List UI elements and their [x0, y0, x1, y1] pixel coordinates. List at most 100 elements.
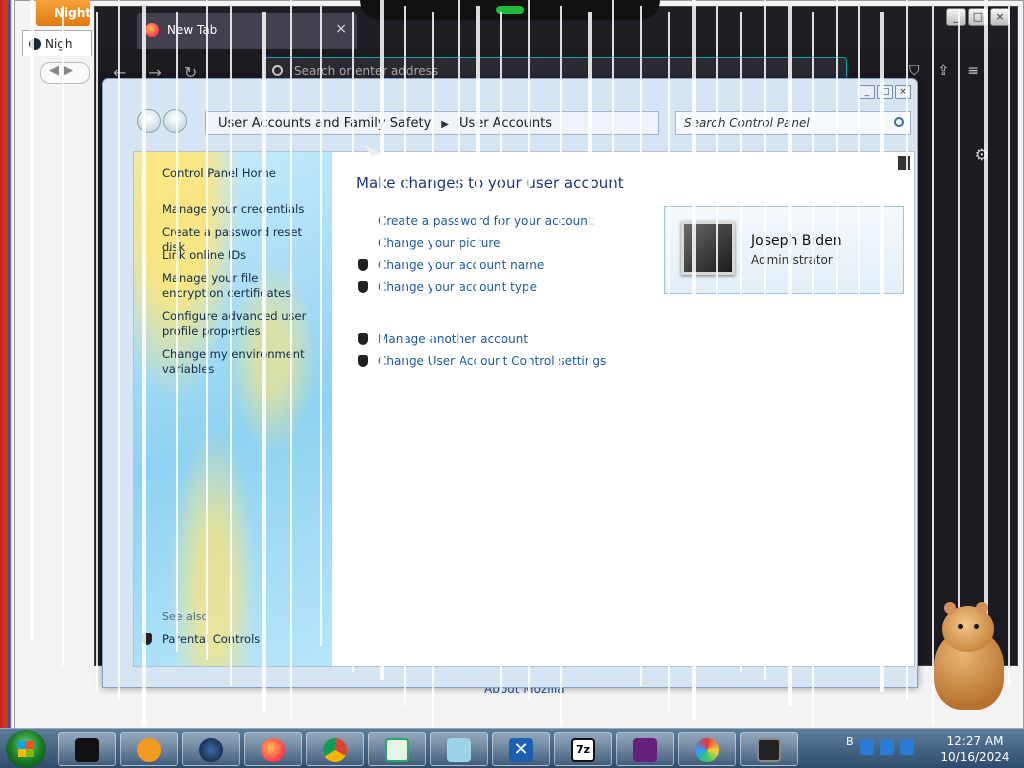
uac-shield-icon [358, 355, 368, 367]
media-player-icon [137, 738, 161, 762]
sidebar-link[interactable]: Link online IDs [162, 248, 322, 263]
gear-icon[interactable]: ⚙ [975, 145, 989, 164]
change-picture-link[interactable]: Change your picture [378, 236, 500, 250]
see-also-heading: See also [162, 610, 209, 623]
firefox-icon [261, 738, 285, 762]
control-panel-home-link[interactable]: Control Panel Home [162, 166, 322, 181]
visual-studio-icon [633, 738, 657, 762]
task-label: Change your account name [378, 258, 545, 272]
taskbar-x-app[interactable]: ✕ [492, 732, 550, 766]
user-name: Joseph Biden [751, 233, 842, 249]
cp-main-pane: Make changes to your user account Create… [356, 152, 916, 666]
breadcrumb-item[interactable]: User Accounts [459, 116, 552, 131]
uac-shield-icon [358, 281, 368, 293]
start-button[interactable] [6, 730, 46, 768]
task-label: Change your account type [378, 280, 537, 294]
sidebar-link[interactable]: Configure advanced user profile properti… [162, 309, 322, 339]
notepad-icon [385, 738, 409, 762]
taskbar: ✕ 7z B 12:27 AM 10/16/2024 [0, 728, 1024, 768]
taskbar-earth[interactable] [182, 732, 240, 766]
clock[interactable]: 12:27 AM 10/16/2024 [940, 733, 1010, 765]
cp-address-bar: User Accounts and Family Safety ▶ User Acc… [135, 107, 915, 143]
sidebar-link[interactable]: Manage your file encryption certificates [162, 271, 322, 301]
notebook-icon [447, 738, 471, 762]
cp-minimize-button[interactable]: _ [859, 85, 875, 99]
clock-date: 10/16/2024 [940, 750, 1010, 764]
task-label: Change User Account Control settings [378, 354, 607, 368]
led-indicator [496, 6, 524, 14]
7zip-icon: 7z [571, 738, 595, 762]
minimize-button[interactable]: _ [946, 8, 966, 26]
breadcrumb-item[interactable]: User Accounts and Family Safety [218, 116, 431, 131]
taskbar-visual-studio[interactable] [616, 732, 674, 766]
user-account-card: Joseph Biden Administrator [664, 206, 904, 294]
cp-close-button[interactable]: × [895, 85, 911, 99]
uac-shield-icon [358, 333, 368, 345]
task-label: Manage another account [378, 332, 529, 346]
avatar[interactable] [681, 221, 735, 275]
breadcrumb[interactable]: User Accounts and Family Safety ▶ User Acc… [205, 111, 659, 135]
url-placeholder: Search or enter address [294, 64, 439, 78]
window-controls[interactable]: _ □ × [946, 8, 1010, 26]
parental-controls-label: Parental Controls [162, 632, 261, 646]
sidebar-link[interactable]: Change my environment variables [162, 347, 322, 377]
uac-settings-link[interactable]: Change User Account Control settings [358, 354, 607, 368]
cp-content: Control Panel Home Manage your credentia… [133, 151, 915, 667]
change-account-name-link[interactable]: Change your account name [358, 258, 545, 272]
firefox-icon [145, 23, 159, 37]
background-tab-label: Nigh [45, 37, 73, 51]
breadcrumb-separator-icon[interactable]: ▶ [441, 119, 449, 130]
tab-title: New Tab [167, 23, 218, 37]
cp-sidebar: Control Panel Home Manage your credentia… [134, 152, 332, 666]
taskbar-chrome[interactable] [306, 732, 364, 766]
system-tray[interactable] [848, 739, 914, 755]
forward-button[interactable] [163, 109, 187, 133]
taskbar-notepad[interactable] [368, 732, 426, 766]
x-app-icon: ✕ [509, 738, 533, 762]
back-forward-buttons[interactable] [137, 109, 187, 133]
maximize-button[interactable]: □ [968, 8, 988, 26]
sidebar-link[interactable]: Manage your credentials [162, 202, 322, 217]
toolbar-icons[interactable]: ⛉⇪≡ [909, 63, 997, 79]
pane-toggle-icon[interactable] [898, 156, 910, 170]
manage-another-account-link[interactable]: Manage another account [358, 332, 529, 346]
taskbar-firefox[interactable] [244, 732, 302, 766]
page-title: Make changes to your user account [356, 174, 624, 192]
taskbar-paint[interactable] [678, 732, 736, 766]
taskbar-monitor[interactable] [740, 732, 798, 766]
earth-icon [199, 738, 223, 762]
cp-maximize-button[interactable]: □ [877, 85, 893, 99]
paint-icon [695, 738, 719, 762]
hamster-mascot-icon[interactable] [924, 602, 1010, 710]
search-control-panel-input[interactable]: Search Control Panel [675, 111, 911, 135]
network-icon[interactable] [860, 739, 874, 755]
search-icon [272, 65, 283, 76]
volume-icon[interactable] [900, 739, 914, 755]
taskbar-notebook[interactable] [430, 732, 488, 766]
new-tab-tab[interactable]: New Tab × [137, 13, 357, 49]
nightly-menu-button[interactable]: Night [36, 0, 91, 26]
user-role: Administrator [751, 253, 833, 267]
cp-window-controls[interactable]: _ □ × [859, 85, 911, 99]
search-icon[interactable] [894, 117, 904, 127]
taskbar-7zip[interactable]: 7z [554, 732, 612, 766]
uac-shield-icon [358, 259, 368, 271]
create-password-link[interactable]: Create a password for your account [378, 214, 593, 228]
back-button[interactable] [137, 109, 161, 133]
parental-controls-link[interactable]: Parental Controls [142, 632, 261, 646]
top-gadget [360, 0, 660, 20]
clock-time: 12:27 AM [946, 734, 1004, 748]
shield-icon [142, 633, 152, 645]
control-panel-window: _ □ × User Accounts and Family Safety ▶ Us… [102, 78, 918, 688]
search-placeholder: Search Control Panel [684, 116, 810, 130]
taskbar-terminal[interactable] [58, 732, 116, 766]
background-nav-buttons[interactable]: ◀ ▶ [40, 62, 90, 84]
taskbar-media-player[interactable] [120, 732, 178, 766]
hamster-eye [958, 624, 963, 629]
hamster-ear [944, 602, 956, 614]
close-button[interactable]: × [990, 8, 1010, 26]
tab-close-icon[interactable]: × [335, 21, 347, 37]
change-account-type-link[interactable]: Change your account type [358, 280, 537, 294]
background-tab[interactable]: Nigh [22, 30, 92, 56]
display-icon[interactable] [880, 739, 894, 755]
